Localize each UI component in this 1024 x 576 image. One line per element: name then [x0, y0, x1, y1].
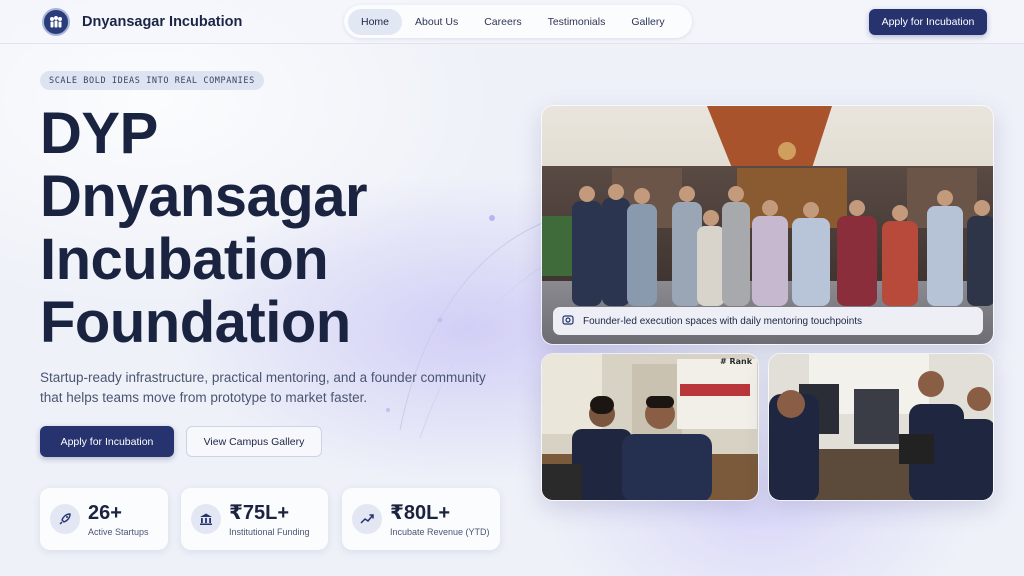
group-photo[interactable]: Founder-led execution spaces with daily … [541, 105, 994, 345]
hero-eyebrow: SCALE BOLD IDEAS INTO REAL COMPANIES [40, 71, 264, 90]
stat-label: Institutional Funding [229, 526, 310, 537]
brand-name: Dnyansagar Incubation [82, 14, 243, 30]
hero-title-line: Dnyansagar [40, 164, 368, 229]
hero-title-line: DYP [40, 101, 158, 166]
trending-up-icon [352, 504, 382, 534]
nav-gallery[interactable]: Gallery [618, 9, 677, 35]
view-gallery-button[interactable]: View Campus Gallery [186, 426, 322, 457]
photo-caption: Founder-led execution spaces with daily … [553, 307, 983, 335]
rocket-icon [50, 504, 80, 534]
site-header: Dnyansagar Incubation Home About Us Care… [0, 0, 1024, 44]
hero-title-line: Incubation [40, 227, 329, 292]
apply-button[interactable]: Apply for Incubation [40, 426, 174, 457]
nav-about-us[interactable]: About Us [402, 9, 471, 35]
camera-icon [562, 314, 574, 329]
bank-icon [191, 504, 221, 534]
startup-team-photo-image: # Rank [542, 354, 758, 500]
hero-title: DYP Dnyansagar Incubation Foundation [40, 102, 500, 354]
nav-careers[interactable]: Careers [471, 9, 534, 35]
brand-link[interactable]: Dnyansagar Incubation [42, 8, 242, 36]
nav-testimonials[interactable]: Testimonials [535, 9, 619, 35]
main-nav: Home About Us Careers Testimonials Galle… [344, 5, 692, 38]
stat-label: Active Startups [88, 526, 149, 537]
workspace-photo-image [769, 354, 993, 500]
stat-value: 26+ [88, 501, 122, 524]
workspace-photo[interactable] [768, 353, 994, 501]
stat-card-revenue: ₹80L+ Incubate Revenue (YTD) [342, 488, 500, 550]
hero-title-line: Foundation [40, 290, 351, 355]
stat-card-funding: ₹75L+ Institutional Funding [181, 488, 328, 550]
startup-team-photo[interactable]: # Rank [541, 353, 759, 501]
hero-description: Startup-ready infrastructure, practical … [40, 370, 486, 405]
stat-value: ₹80L+ [390, 501, 451, 524]
stat-label: Incubate Revenue (YTD) [390, 526, 490, 537]
photo-caption-text: Founder-led execution spaces with daily … [583, 315, 863, 327]
logo-icon [42, 8, 70, 36]
stat-value: ₹75L+ [229, 501, 290, 524]
nav-home[interactable]: Home [348, 8, 403, 35]
header-apply-button[interactable]: Apply for Incubation [869, 9, 987, 35]
stat-card-startups: 26+ Active Startups [40, 488, 168, 550]
banner-rank-text: # Rank [720, 357, 753, 366]
